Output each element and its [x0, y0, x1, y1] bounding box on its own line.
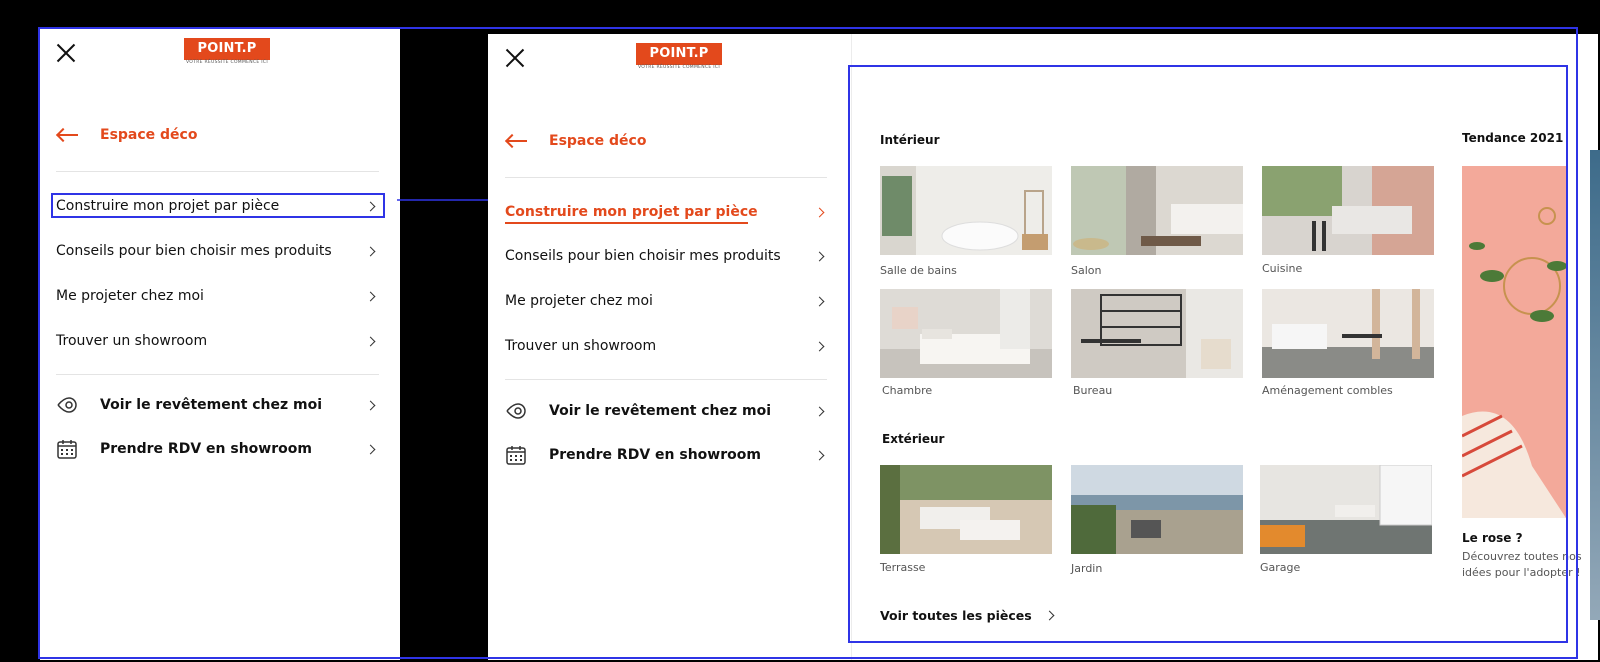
room-caption[interactable]: Chambre	[882, 384, 932, 397]
trend-card-desc: Découvrez toutes nos idées pour l'adopte…	[1462, 550, 1582, 579]
action-label: Prendre RDV en showroom	[100, 441, 312, 457]
trend-title: Tendance 2021	[1462, 131, 1564, 145]
view-icon	[57, 397, 77, 413]
menu-item-projeter[interactable]: Me projeter chez moi	[56, 286, 378, 306]
see-all-label: Voir toutes les pièces	[880, 608, 1032, 623]
divider	[56, 374, 379, 375]
divider	[505, 177, 827, 178]
room-image	[880, 166, 1052, 255]
menu-item-label: Trouver un showroom	[56, 333, 208, 349]
action-voir-revetement[interactable]: Voir le revêtement chez moi	[505, 399, 827, 423]
logo-tagline: VOTRE RÉUSSITE COMMENCE ICI	[638, 65, 720, 70]
room-thumb-salle-de-bains[interactable]	[880, 166, 1052, 255]
divider	[56, 171, 379, 172]
see-all-rooms-link[interactable]: Voir toutes les pièces	[880, 608, 1057, 623]
back-link-label: Espace déco	[549, 133, 647, 149]
room-image	[1262, 166, 1434, 255]
menu-item-label: Conseils pour bien choisir mes produits	[505, 248, 781, 264]
room-image	[880, 465, 1052, 554]
active-underline	[505, 222, 748, 224]
room-thumb-terrasse[interactable]	[880, 465, 1052, 554]
view-icon	[506, 403, 526, 419]
menu-item-label: Me projeter chez moi	[505, 293, 653, 309]
arrow-left-icon	[56, 129, 78, 141]
divider	[505, 379, 827, 380]
page-edge	[1590, 150, 1600, 620]
trend-promo-image[interactable]	[1462, 166, 1566, 518]
chevron-right-icon	[814, 296, 825, 306]
chevron-right-icon	[814, 450, 825, 460]
back-link-label: Espace déco	[100, 127, 198, 143]
calendar-icon	[57, 440, 77, 459]
panel-divider	[851, 34, 852, 660]
menu-panel-before: POINT.P VOTRE RÉUSSITE COMMENCE ICI Espa…	[40, 29, 400, 660]
room-caption[interactable]: Bureau	[1073, 384, 1112, 397]
calendar-icon	[506, 446, 526, 465]
room-caption[interactable]: Aménagement combles	[1262, 384, 1393, 397]
room-thumb-garage[interactable]	[1260, 465, 1432, 554]
back-link[interactable]: Espace déco	[505, 133, 646, 149]
menu-item-label: Trouver un showroom	[505, 338, 657, 354]
promo-image	[1462, 166, 1566, 518]
room-thumb-jardin[interactable]	[1071, 465, 1243, 554]
room-image	[1071, 465, 1243, 554]
room-thumb-chambre[interactable]	[880, 289, 1052, 378]
menu-item-label: Conseils pour bien choisir mes produits	[56, 243, 332, 259]
back-link[interactable]: Espace déco	[56, 127, 197, 143]
chevron-right-icon	[365, 291, 376, 301]
close-icon[interactable]	[505, 48, 525, 68]
chevron-right-icon	[365, 444, 376, 454]
room-caption[interactable]: Salon	[1071, 264, 1101, 277]
logo-wordmark: POINT.P	[184, 38, 270, 60]
menu-item-conseils[interactable]: Conseils pour bien choisir mes produits	[505, 246, 827, 266]
trend-card-title[interactable]: Le rose ?	[1462, 531, 1523, 545]
chevron-right-icon	[365, 246, 376, 256]
menu-item-showroom[interactable]: Trouver un showroom	[505, 336, 827, 356]
room-image	[1071, 166, 1243, 255]
menu-item-construire-active[interactable]: Construire mon projet par pièce	[505, 202, 827, 222]
menu-item-label: Me projeter chez moi	[56, 288, 204, 304]
room-caption[interactable]: Cuisine	[1262, 262, 1302, 275]
action-prendre-rdv[interactable]: Prendre RDV en showroom	[56, 437, 378, 461]
chevron-right-icon	[365, 336, 376, 346]
menu-item-conseils[interactable]: Conseils pour bien choisir mes produits	[56, 241, 378, 261]
menu-item-projeter[interactable]: Me projeter chez moi	[505, 291, 827, 311]
room-caption[interactable]: Salle de bains	[880, 264, 957, 277]
logo-tagline: VOTRE RÉUSSITE COMMENCE ICI	[186, 60, 268, 65]
action-label: Voir le revêtement chez moi	[549, 403, 772, 419]
annotation-arrow	[397, 196, 497, 204]
menu-item-label: Construire mon projet par pièce	[505, 204, 758, 220]
section-title-exterieur: Extérieur	[882, 432, 945, 446]
point-p-logo[interactable]: POINT.P VOTRE RÉUSSITE COMMENCE ICI	[184, 38, 270, 68]
action-label: Voir le revêtement chez moi	[100, 397, 323, 413]
room-image	[1071, 289, 1243, 378]
arrow-left-icon	[505, 135, 527, 147]
section-title-interieur: Intérieur	[880, 133, 940, 147]
action-voir-revetement[interactable]: Voir le revêtement chez moi	[56, 393, 378, 417]
room-thumb-bureau[interactable]	[1071, 289, 1243, 378]
chevron-right-icon	[814, 207, 825, 217]
action-prendre-rdv[interactable]: Prendre RDV en showroom	[505, 443, 827, 467]
logo-wordmark: POINT.P	[636, 43, 722, 65]
room-thumb-amenagement-combles[interactable]	[1262, 289, 1434, 378]
screenshot-stage: POINT.P VOTRE RÉUSSITE COMMENCE ICI Espa…	[0, 0, 1600, 662]
room-caption[interactable]: Garage	[1260, 561, 1300, 574]
point-p-logo[interactable]: POINT.P VOTRE RÉUSSITE COMMENCE ICI	[636, 43, 722, 73]
chevron-right-icon	[1044, 610, 1055, 621]
chevron-right-icon	[814, 341, 825, 351]
room-thumb-salon[interactable]	[1071, 166, 1243, 255]
close-icon[interactable]	[56, 43, 76, 63]
room-image	[1262, 289, 1434, 378]
room-image	[1260, 465, 1432, 554]
action-label: Prendre RDV en showroom	[549, 447, 761, 463]
chevron-right-icon	[814, 406, 825, 416]
room-thumb-cuisine[interactable]	[1262, 166, 1434, 255]
menu-item-showroom[interactable]: Trouver un showroom	[56, 331, 378, 351]
room-caption[interactable]: Jardin	[1071, 562, 1102, 575]
chevron-right-icon	[814, 251, 825, 261]
room-caption[interactable]: Terrasse	[880, 561, 925, 574]
highlight-box	[51, 193, 385, 218]
chevron-right-icon	[365, 400, 376, 410]
room-image	[880, 289, 1052, 378]
